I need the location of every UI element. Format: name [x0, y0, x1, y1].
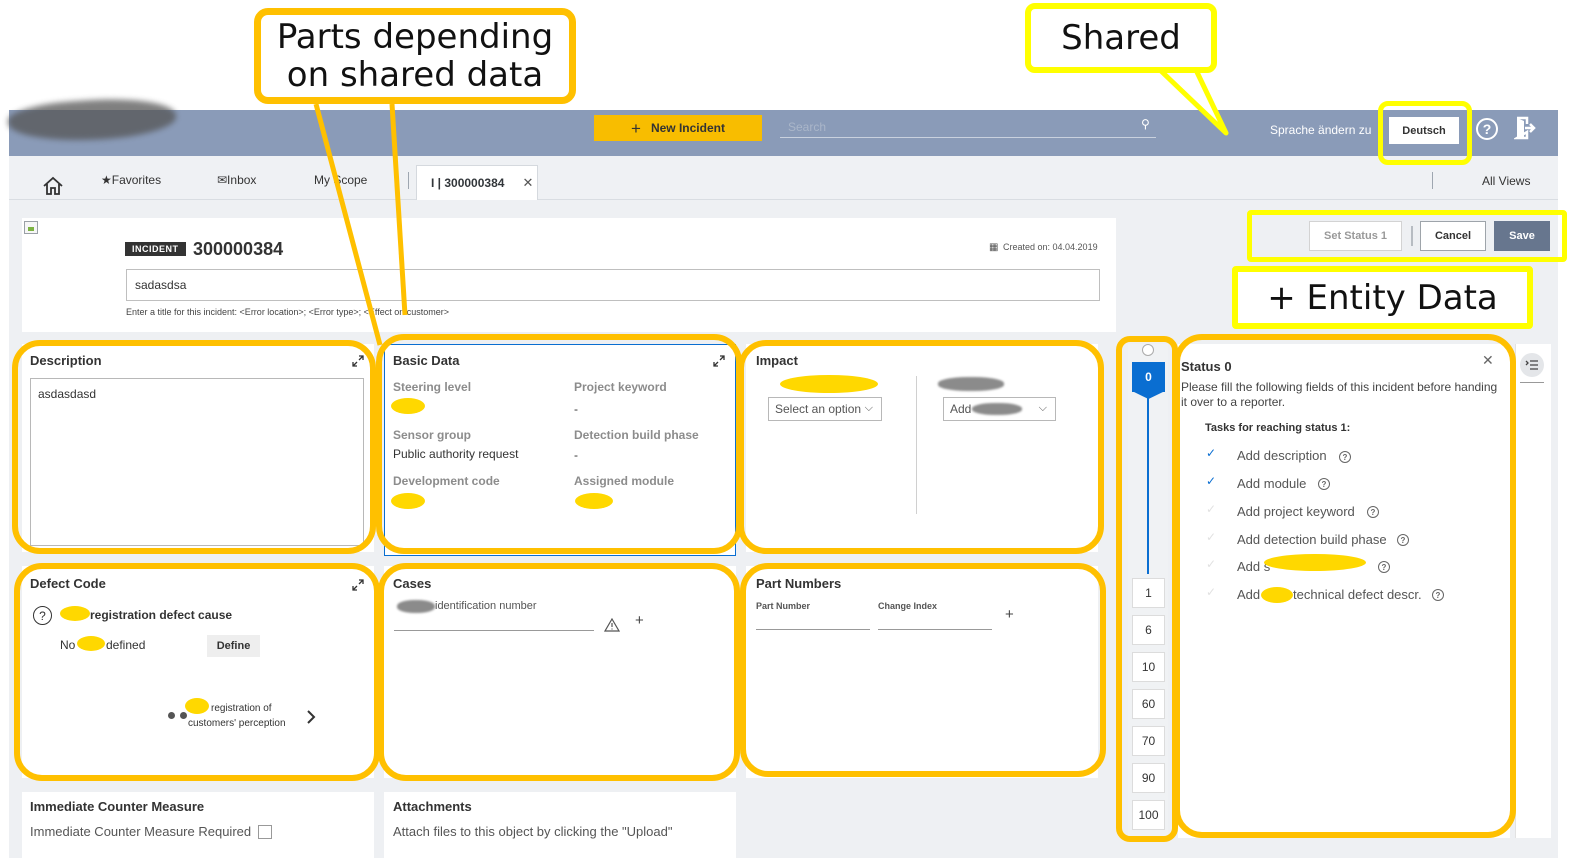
annotation-shared: Shared: [1025, 3, 1217, 73]
annotation-highlight-description: [12, 340, 376, 554]
annotation-highlight-status-panel: [1174, 334, 1516, 838]
annotation-highlight-cases: [378, 563, 740, 781]
annotation-highlight-basic-data: [376, 334, 742, 554]
annotation-highlight-language: [1378, 101, 1472, 165]
annotation-entity-data: + Entity Data: [1232, 266, 1533, 329]
annotation-highlight-defect-code: [14, 563, 380, 781]
annotation-highlight-part-numbers: [740, 563, 1106, 777]
annotation-highlight-actions: [1247, 210, 1567, 262]
annotation-highlight-status-stepper: [1116, 336, 1178, 842]
annotation-parts-depending: Parts depending on shared data: [254, 8, 576, 104]
annotation-highlight-impact: [738, 340, 1104, 554]
